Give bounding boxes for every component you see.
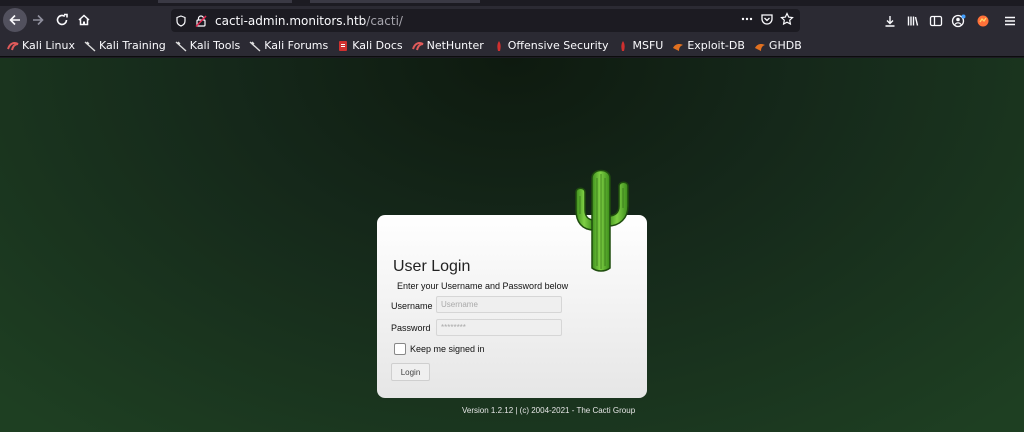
hamburger-menu-icon	[1005, 16, 1015, 25]
library-button[interactable]	[902, 9, 924, 32]
cacti-logo-icon	[575, 169, 629, 272]
bookmark-item[interactable]: Exploit-DB	[672, 39, 745, 52]
bookmarks-toolbar: Kali Linux Kali Training Kali Tools Kali…	[0, 35, 1024, 57]
kali-dragon-icon	[175, 40, 187, 52]
bookmark-item[interactable]: GHDB	[754, 39, 802, 52]
url-path: /cacti/	[366, 13, 403, 28]
login-subtitle: Enter your Username and Password below	[397, 281, 569, 291]
kali-dragon-icon	[84, 40, 96, 52]
reload-button[interactable]	[50, 8, 74, 32]
bookmark-item[interactable]: Offensive Security	[493, 39, 608, 52]
sidebar-button[interactable]	[925, 9, 947, 32]
sidebar-icon	[929, 15, 943, 26]
home-button[interactable]	[72, 8, 96, 32]
reload-icon	[56, 13, 68, 26]
home-icon	[78, 14, 90, 26]
tab[interactable]	[310, 0, 480, 3]
keep-signed-in-label[interactable]: Keep me signed in	[410, 344, 485, 354]
docs-icon	[337, 40, 349, 52]
offsec-icon	[493, 40, 505, 52]
bookmark-item[interactable]: NetHunter	[411, 39, 484, 52]
library-icon	[907, 16, 919, 26]
bookmark-item[interactable]: Kali Training	[84, 39, 166, 52]
back-button[interactable]	[3, 8, 27, 32]
firefox-extension-icon	[977, 15, 989, 26]
navigation-toolbar: cacti-admin.monitors.htb/cacti/	[0, 6, 1024, 35]
version-footer: Version 1.2.12 | (c) 2004-2021 - The Cac…	[462, 406, 636, 415]
back-arrow-icon	[9, 14, 20, 26]
kali-dragon-icon	[249, 40, 261, 52]
insecure-lock-icon[interactable]	[191, 11, 211, 31]
bookmark-item[interactable]: MSFU	[617, 39, 663, 52]
url-text[interactable]: cacti-admin.monitors.htb/cacti/	[215, 14, 403, 28]
bookmark-item[interactable]: Kali Docs	[337, 39, 403, 52]
bookmark-item[interactable]: Kali Tools	[175, 39, 240, 52]
username-input[interactable]	[436, 296, 562, 313]
forward-arrow-icon	[33, 14, 44, 26]
keep-signed-in-checkbox[interactable]	[394, 343, 406, 355]
page-actions-icon[interactable]	[740, 11, 754, 30]
kali-dragon-icon	[7, 40, 19, 52]
kali-dragon-icon	[411, 40, 424, 52]
username-label: Username	[391, 301, 433, 311]
exploitdb-icon	[754, 40, 766, 52]
downloads-button[interactable]	[879, 9, 901, 32]
offsec-icon	[617, 40, 629, 52]
password-label: Password	[391, 323, 431, 333]
url-host: cacti-admin.monitors.htb	[215, 13, 367, 28]
bookmark-item[interactable]: Kali Linux	[7, 39, 75, 52]
extension-button[interactable]	[972, 9, 994, 32]
download-icon	[885, 15, 895, 27]
exploitdb-icon	[672, 40, 684, 52]
login-button[interactable]: Login	[391, 363, 430, 381]
tab[interactable]	[158, 0, 292, 3]
bookmark-star-icon[interactable]	[780, 11, 794, 30]
password-input[interactable]	[436, 319, 562, 336]
address-bar[interactable]: cacti-admin.monitors.htb/cacti/	[171, 9, 800, 32]
tracking-shield-icon[interactable]	[171, 11, 191, 31]
login-title: User Login	[393, 258, 471, 275]
account-icon	[951, 14, 966, 27]
menu-button[interactable]	[999, 9, 1021, 32]
forward-button[interactable]	[26, 8, 50, 32]
account-button[interactable]	[948, 9, 970, 32]
page-content: User Login Enter your Username and Passw…	[0, 58, 1024, 432]
bookmark-item[interactable]: Kali Forums	[249, 39, 328, 52]
pocket-icon[interactable]	[760, 11, 774, 30]
